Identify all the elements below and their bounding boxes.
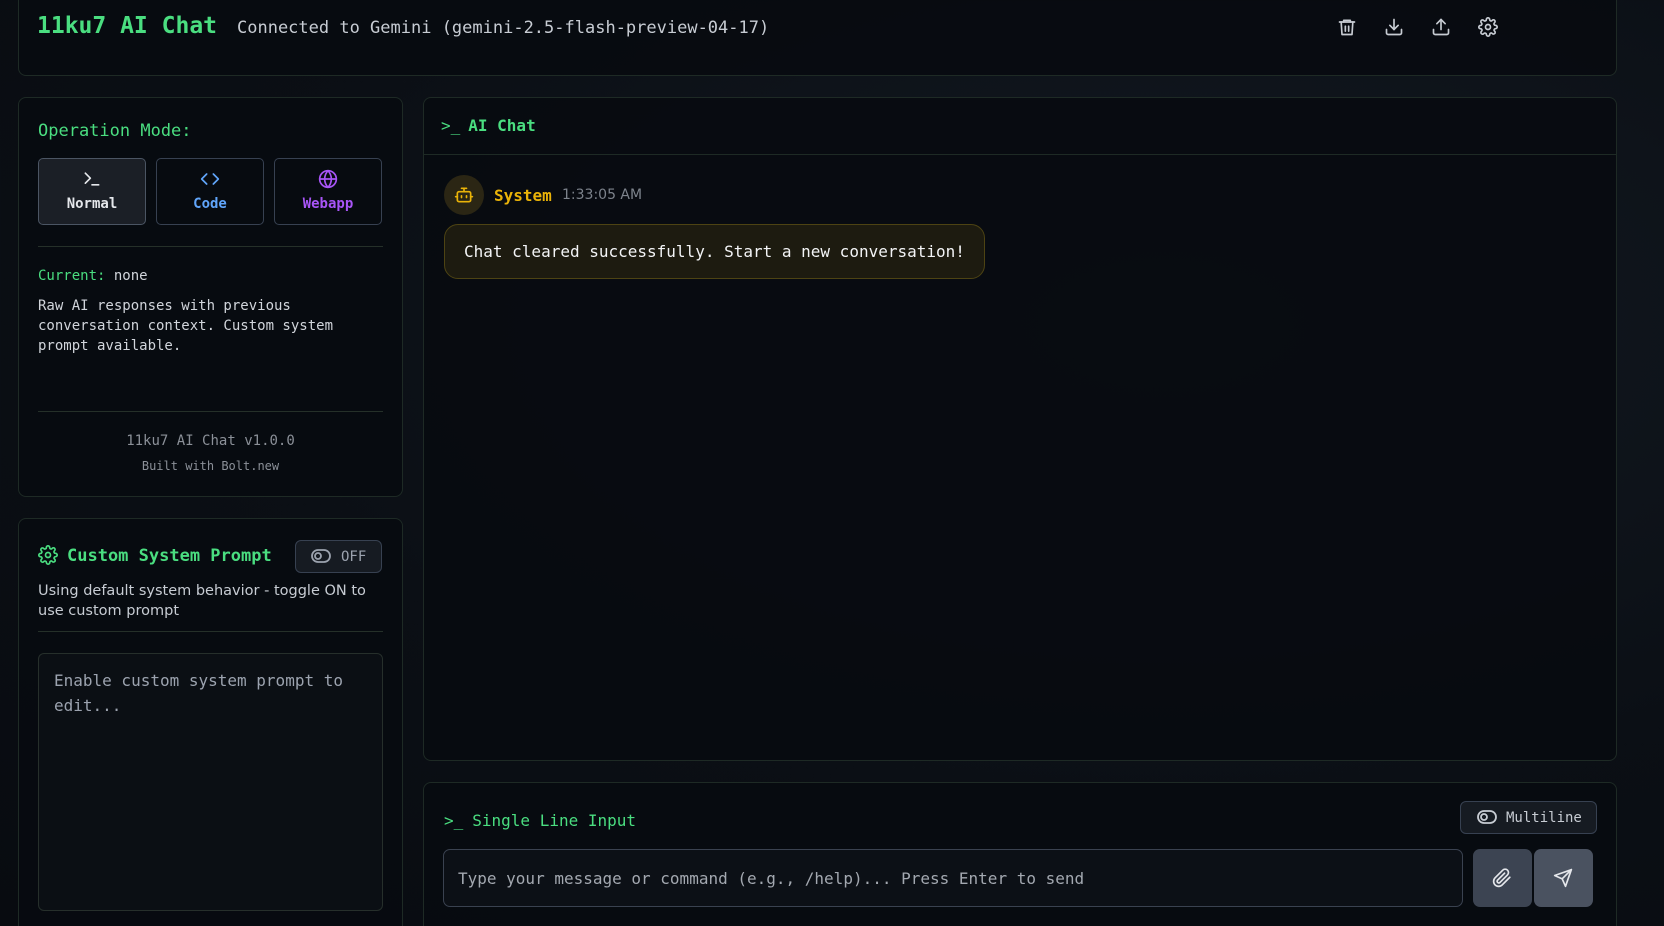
mode-webapp-button[interactable]: Webapp [274, 158, 382, 225]
app-title: 11ku7 AI Chat [37, 13, 218, 39]
gear-icon [38, 545, 58, 565]
chat-header: >_ AI Chat [441, 116, 536, 135]
terminal-prompt-icon: >_ [441, 116, 461, 135]
custom-system-prompt-panel: Custom System Prompt OFF Using default s… [18, 518, 403, 926]
input-mode-label: Single Line Input [472, 811, 637, 830]
chat-title: AI Chat [468, 116, 536, 135]
mode-code-label: Code [193, 196, 227, 212]
bot-icon [444, 175, 484, 215]
gear-icon[interactable] [1476, 15, 1500, 39]
divider [424, 154, 1616, 155]
custom-prompt-description: Using default system behavior - toggle O… [38, 583, 366, 619]
mode-code-button[interactable]: Code [156, 158, 264, 225]
terminal-prompt-icon: >_ [444, 811, 464, 830]
message-timestamp: 1:33:05 AM [562, 187, 643, 203]
app-version: 11ku7 AI Chat v1.0.0 [126, 433, 295, 449]
trash-icon[interactable] [1335, 15, 1359, 39]
download-icon[interactable] [1382, 15, 1406, 39]
chat-panel: >_ AI Chat System 1:33:05 AM Chat cleared… [423, 97, 1617, 761]
message-sender: System [494, 186, 552, 205]
code-icon [199, 169, 221, 191]
terminal-icon [81, 169, 103, 191]
current-mode-key: Current: [38, 268, 106, 284]
toggle-off-icon [1477, 810, 1497, 824]
custom-prompt-toggle[interactable]: OFF [295, 540, 382, 573]
toggle-label: OFF [341, 549, 367, 565]
custom-prompt-title: Custom System Prompt [67, 546, 272, 566]
app-header: 11ku7 AI Chat Connected to Gemini (gemin… [18, 0, 1617, 76]
mode-normal-button[interactable]: Normal [38, 158, 146, 225]
toggle-off-icon [311, 549, 331, 563]
input-mode-header: >_ Single Line Input [444, 811, 636, 830]
globe-icon [317, 169, 339, 191]
custom-prompt-textarea[interactable] [38, 653, 383, 911]
multiline-label: Multiline [1506, 810, 1582, 826]
current-mode-value: none [113, 268, 148, 284]
input-panel: >_ Single Line Input Multiline [423, 782, 1617, 926]
upload-icon[interactable] [1429, 15, 1453, 39]
current-mode: Current: none [38, 268, 148, 284]
send-button[interactable] [1534, 849, 1593, 907]
operation-mode-panel: Operation Mode: Normal Code Webapp Curre… [18, 97, 403, 497]
divider [38, 411, 383, 412]
mode-normal-label: Normal [66, 196, 118, 212]
mode-webapp-label: Webapp [302, 196, 354, 212]
paperclip-icon [1492, 868, 1511, 888]
message-input[interactable] [443, 849, 1463, 907]
multiline-toggle-button[interactable]: Multiline [1460, 801, 1597, 834]
built-with: Built with Bolt.new [141, 459, 280, 473]
message-bubble: Chat cleared successfully. Start a new c… [444, 224, 985, 279]
attach-button[interactable] [1473, 849, 1532, 907]
divider [38, 246, 383, 247]
operation-mode-label: Operation Mode: [38, 121, 192, 141]
divider [38, 631, 383, 632]
send-icon [1553, 868, 1573, 888]
connection-status: Connected to Gemini (gemini-2.5-flash-pr… [237, 18, 770, 38]
mode-description: Raw AI responses with previous conversat… [38, 298, 334, 354]
